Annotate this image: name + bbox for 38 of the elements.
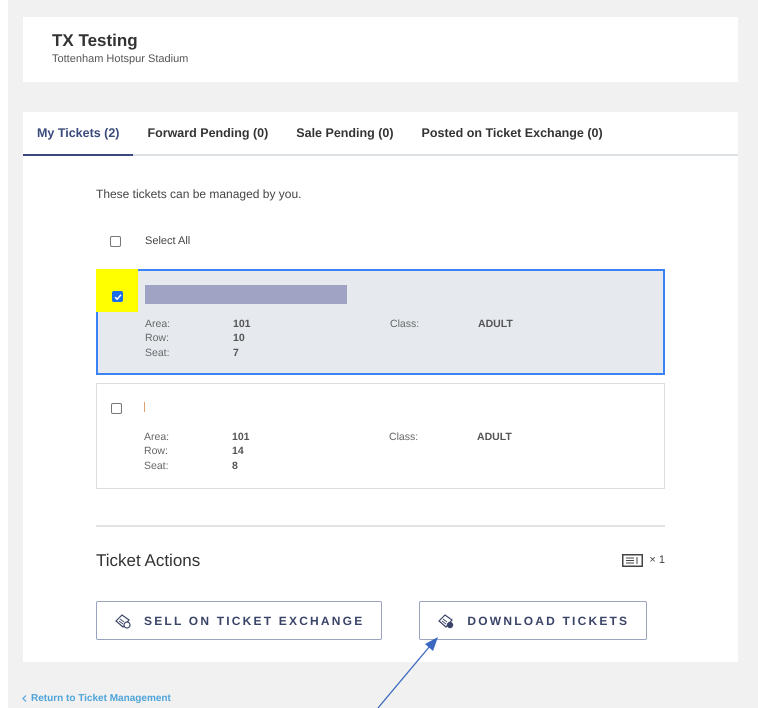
- select-all-label: Select All: [145, 234, 190, 249]
- tab[interactable]: My Tickets (2): [23, 112, 134, 156]
- ticket-card[interactable]: Area: 101 Row: 14 Seat: 8 Class: ADULT: [96, 382, 665, 488]
- tab[interactable]: Posted on Ticket Exchange (0): [408, 112, 617, 156]
- chevron-left-icon: [22, 695, 27, 702]
- field-label: Row:: [145, 331, 170, 346]
- ticket-card[interactable]: Area: 101 Row: 10 Seat: 7 Class: ADULT: [96, 268, 665, 374]
- field-value: 14: [232, 444, 244, 458]
- field-value: 10: [233, 331, 245, 346]
- field-label: Class:: [389, 430, 420, 444]
- field-value: 101: [233, 316, 251, 331]
- field-label: Area:: [145, 316, 172, 331]
- field-value: 8: [232, 458, 238, 473]
- ticket-icon: [114, 612, 132, 628]
- tab[interactable]: Forward Pending (0): [133, 112, 282, 156]
- action-button[interactable]: SELL ON TICKET EXCHANGE: [96, 601, 382, 640]
- field-value: 7: [233, 346, 239, 360]
- redaction-mark: [144, 402, 145, 412]
- field-value: ADULT: [478, 316, 513, 332]
- field-label: Area:: [144, 430, 170, 444]
- field-label: Class:: [390, 316, 420, 332]
- ticket-icon: [437, 612, 456, 628]
- tab[interactable]: Sale Pending (0): [282, 112, 408, 156]
- checkbox[interactable]: [112, 291, 123, 302]
- section-title: Ticket Actions: [96, 550, 200, 572]
- intro-text: These tickets can be managed by you.: [96, 186, 302, 203]
- ticket-icon: [622, 554, 644, 567]
- venue-name: Tottenham Hotspur Stadium: [52, 52, 190, 66]
- field-label: Seat:: [145, 346, 171, 360]
- checkbox[interactable]: [110, 236, 121, 247]
- ticket-count: × 1: [649, 553, 665, 568]
- action-button[interactable]: DOWNLOAD TICKETS: [419, 601, 648, 640]
- event-title: TX Testing: [52, 30, 139, 52]
- field-value: ADULT: [477, 430, 512, 444]
- field-label: Row:: [144, 444, 169, 458]
- field-value: 101: [232, 430, 250, 444]
- checkbox[interactable]: [111, 402, 122, 414]
- field-label: Seat:: [144, 458, 170, 473]
